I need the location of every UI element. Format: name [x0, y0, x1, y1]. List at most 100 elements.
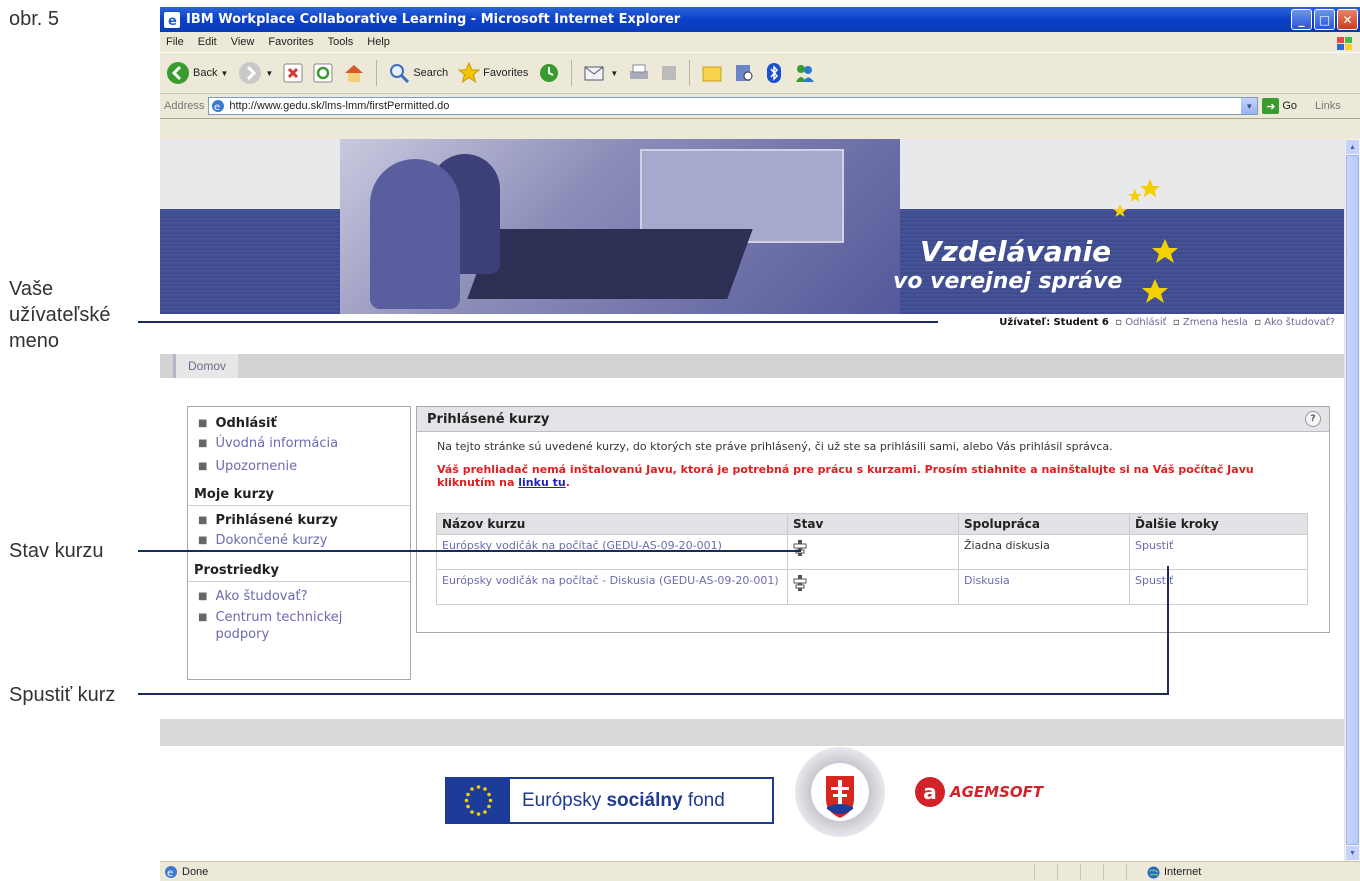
bluetooth-button[interactable]: [763, 58, 785, 88]
bullet-icon: ■: [198, 535, 208, 546]
nav-how-to-label[interactable]: Ako študovať?: [215, 588, 307, 605]
minimize-button[interactable]: _: [1291, 9, 1312, 30]
print-button[interactable]: [626, 58, 652, 88]
nav-enrolled-label[interactable]: Prihlásené kurzy: [215, 512, 337, 529]
refresh-button[interactable]: [311, 58, 335, 88]
bullet-icon: ■: [198, 418, 208, 429]
esf-text: Európsky sociálny fond: [510, 790, 725, 812]
stop-button[interactable]: [281, 58, 305, 88]
search-button[interactable]: Search: [386, 58, 450, 88]
favorites-label: Favorites: [483, 67, 529, 79]
favorites-button[interactable]: Favorites: [456, 58, 530, 88]
bullet-icon: ■: [198, 438, 208, 449]
nav-completed-label[interactable]: Dokončené kurzy: [215, 532, 327, 549]
scroll-thumb[interactable]: [1346, 155, 1359, 845]
panel-header: Prihlásené kurzy ?: [417, 407, 1329, 432]
edit-button[interactable]: [658, 58, 680, 88]
links-label[interactable]: Links: [1315, 100, 1341, 112]
col-course-name: Názov kurzu: [436, 513, 788, 535]
vertical-scrollbar[interactable]: ▲ ▼: [1344, 139, 1360, 861]
nav-support-label[interactable]: Centrum technickej podpory: [215, 609, 365, 643]
print-icon: [630, 64, 649, 79]
nav-logout[interactable]: ■ Odhlásiť: [188, 415, 410, 432]
start-course-link[interactable]: Spustiť: [1135, 539, 1173, 552]
table-row: Európsky vodičák na počítač (GEDU-AS-09-…: [436, 534, 1308, 570]
window-controls: _ □ ✕: [1291, 9, 1358, 30]
search-icon: [390, 64, 410, 84]
discussion-link[interactable]: Diskusia: [964, 574, 1010, 587]
esf-text-3: fond: [687, 789, 725, 811]
esf-text-1: Európsky: [522, 789, 602, 811]
mail-dropdown-icon[interactable]: ▼: [610, 69, 618, 78]
tab-home[interactable]: Domov: [173, 354, 239, 378]
go-button[interactable]: ➜ Go: [1262, 98, 1297, 114]
how-to-study-link[interactable]: Ako študovať?: [1264, 317, 1335, 328]
address-bar: Address e http://www.gedu.sk/lms-lmm/fir…: [160, 94, 1360, 119]
zone-text: Internet: [1164, 866, 1202, 878]
menu-edit[interactable]: Edit: [198, 36, 217, 48]
toolbar-separator: [571, 60, 573, 86]
next-steps-cell: Spustiť: [1129, 569, 1308, 605]
logout-link[interactable]: Odhlásiť: [1125, 317, 1166, 328]
address-label: Address: [164, 100, 205, 112]
banner-title: Vzdelávanie: [920, 235, 1112, 268]
user-label: Užívateľ:: [999, 317, 1051, 328]
nav-support-center[interactable]: ■ Centrum technickej podpory: [188, 609, 410, 643]
windows-logo-icon: [1337, 37, 1352, 50]
agemsoft-text: AGEMSOFT: [950, 783, 1044, 801]
scroll-up-icon[interactable]: ▲: [1346, 140, 1359, 154]
nav-how-to-study[interactable]: ■ Ako študovať?: [188, 588, 410, 605]
maximize-button[interactable]: □: [1314, 9, 1335, 30]
nav-intro[interactable]: ■ Úvodná informácia: [188, 435, 410, 452]
back-label: Back: [193, 67, 218, 79]
toolbar: Back ▼ ▼ Search Favorites ▼: [160, 53, 1360, 94]
user-name: Student 6: [1053, 317, 1109, 328]
help-icon[interactable]: ?: [1305, 411, 1321, 427]
research-icon: [736, 65, 753, 81]
menu-bar: File Edit View Favorites Tools Help: [160, 32, 1360, 53]
status-cell: [1103, 864, 1126, 880]
change-password-link[interactable]: Zmena hesla: [1183, 317, 1248, 328]
forward-dropdown-icon[interactable]: ▼: [265, 69, 273, 78]
address-dropdown-icon[interactable]: ▼: [1241, 98, 1258, 114]
mail-button[interactable]: ▼: [581, 58, 620, 88]
menu-tools[interactable]: Tools: [328, 36, 354, 48]
nav-logout-label[interactable]: Odhlásiť: [215, 415, 276, 432]
edit-icon: [662, 66, 677, 80]
page-viewport: Vzdelávanie vo verejnej správe Užívateľ:…: [160, 139, 1345, 861]
ie-icon: e: [164, 11, 180, 28]
course-name-link[interactable]: Európsky vodičák na počítač - Diskusia (…: [442, 574, 779, 587]
nav-notice-label[interactable]: Upozornenie: [215, 458, 297, 475]
course-status-cell: [787, 534, 959, 570]
back-dropdown-icon[interactable]: ▼: [220, 69, 228, 78]
close-button[interactable]: ✕: [1337, 9, 1358, 30]
nav-completed-courses[interactable]: ■ Dokončené kurzy: [188, 532, 410, 549]
java-download-link[interactable]: linku tu: [518, 476, 565, 489]
menu-favorites[interactable]: Favorites: [268, 36, 313, 48]
nav-intro-label[interactable]: Úvodná informácia: [215, 435, 338, 452]
search-label: Search: [413, 67, 449, 79]
scroll-down-icon[interactable]: ▼: [1346, 846, 1359, 860]
forward-button[interactable]: ▼: [236, 58, 275, 88]
table-row: Európsky vodičák na počítač - Diskusia (…: [436, 569, 1308, 605]
back-button[interactable]: Back ▼: [164, 58, 230, 88]
home-button[interactable]: [341, 58, 367, 88]
zone-indicator: Internet: [1126, 864, 1201, 880]
agemsoft-logo: a AGEMSOFT: [915, 777, 1043, 807]
nav-notice[interactable]: ■ Upozornenie: [188, 458, 410, 475]
panel-intro: Na tejto stránke sú uvedené kurzy, do kt…: [437, 440, 1113, 453]
address-input[interactable]: e http://www.gedu.sk/lms-lmm/firstPermit…: [208, 97, 1259, 115]
menu-view[interactable]: View: [231, 36, 255, 48]
research-button[interactable]: [731, 58, 757, 88]
menu-file[interactable]: File: [166, 36, 184, 48]
nav-enrolled-courses[interactable]: ■ Prihlásené kurzy: [188, 512, 410, 529]
figure-label: obr. 5: [9, 8, 60, 30]
menu-help[interactable]: Help: [367, 36, 390, 48]
course-name-cell: Európsky vodičák na počítač (GEDU-AS-09-…: [436, 534, 788, 570]
folder-button[interactable]: [699, 58, 725, 88]
annotation-line-start-vertical: [1167, 566, 1169, 695]
nav-section-my-courses: Moje kurzy: [188, 481, 410, 506]
history-button[interactable]: [536, 58, 562, 88]
folder-icon: [702, 66, 722, 82]
messenger-button[interactable]: [791, 58, 819, 88]
